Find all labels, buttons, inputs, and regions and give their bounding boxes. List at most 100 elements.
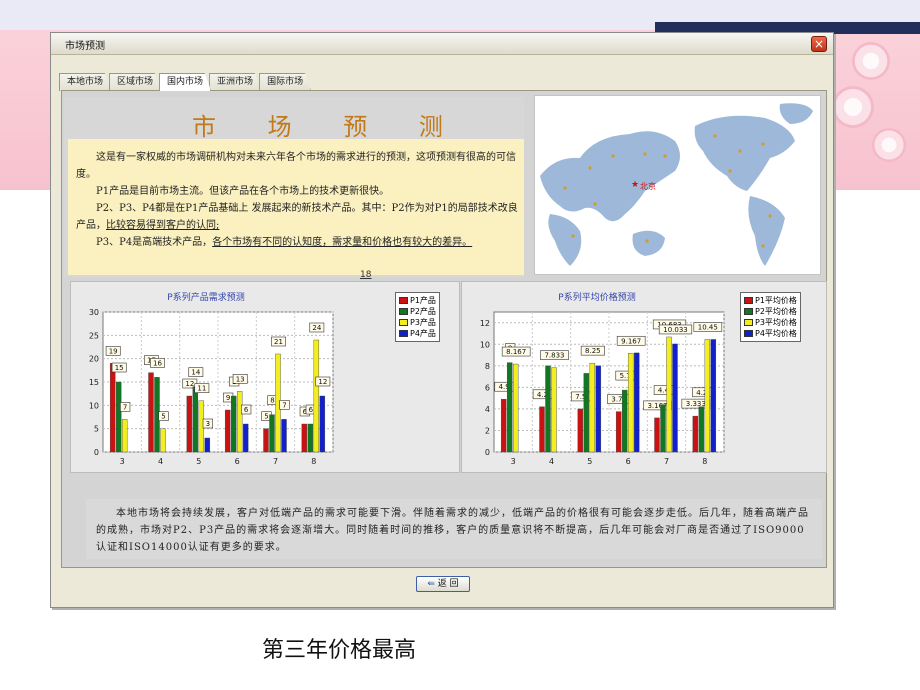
demand-chart-y-tick-label: 5 — [94, 425, 99, 434]
price-chart-panel: P系列平均价格预测 02468101234.988.16744.27.83357… — [461, 281, 827, 473]
legend-item-p3: P3产品 — [399, 317, 436, 328]
close-button[interactable]: × — [811, 36, 827, 52]
price-chart-bar-p3 — [704, 339, 711, 453]
demand-chart-data-label: 9 — [226, 394, 230, 402]
forecast-summary: 本地市场将会持续发展，客户对低端产品的需求可能要下滑。伴随着需求的减少，低端产品… — [86, 499, 822, 559]
demand-chart-data-label: 24 — [312, 324, 321, 332]
price-chart-x-tick-label: 7 — [664, 457, 669, 466]
demand-chart-y-tick-label: 0 — [94, 448, 99, 457]
price-chart-x-tick-label: 4 — [549, 457, 554, 466]
demand-chart-bar-p1 — [186, 395, 193, 453]
demand-chart-bar-p3 — [121, 419, 128, 453]
demand-chart-data-label: 21 — [274, 338, 283, 346]
price-chart-y-tick-label: 12 — [480, 319, 490, 328]
legend-label: P4产品 — [410, 329, 436, 338]
demand-chart-svg: 0510152025303191574171655121411369113675… — [89, 308, 334, 466]
demand-chart-data-label: 13 — [236, 375, 245, 383]
price-chart-bar-p3 — [589, 362, 596, 453]
price-chart-data-label: 8.25 — [585, 347, 601, 355]
page-heading: 市 场 预 测 — [192, 113, 465, 141]
world-map: ★ 北京 — [534, 95, 821, 275]
price-chart-bar-p2 — [583, 373, 590, 453]
demand-chart-data-label: 15 — [115, 364, 124, 372]
intro-paragraph: 这是有一家权威的市场调研机构对未来六年各个市场的需求进行的预测，这项预测有很高的… — [76, 152, 516, 180]
demand-chart-y-tick-label: 20 — [89, 355, 99, 364]
intro-text: P3、P4是高端技术产品， — [96, 237, 213, 248]
price-chart-bar-p2 — [698, 406, 705, 453]
window-titlebar[interactable]: 市场预测 × — [51, 33, 833, 55]
price-chart-data-label: 10.033 — [663, 326, 688, 334]
price-chart-bar-p3 — [551, 367, 557, 453]
intro-section: 市 场 预 测 这是有一家权威的市场调研机构对未来六年各个市场的需求进行的预测，… — [64, 97, 524, 280]
demand-chart-data-label: 14 — [191, 369, 200, 377]
tab-local-market[interactable]: 本地市场 — [59, 73, 112, 91]
demand-chart-y-tick-label: 25 — [89, 331, 99, 340]
price-chart-bar-p4 — [595, 365, 602, 453]
demand-chart-data-label: 16 — [153, 359, 162, 367]
demand-chart-data-label: 3 — [206, 420, 210, 428]
legend-swatch-p4 — [399, 330, 408, 337]
legend-swatch-p3 — [744, 319, 753, 326]
demand-chart-bar-p1 — [148, 372, 154, 453]
demand-chart-data-label: 8 — [270, 397, 274, 405]
return-button-label: 返 回 — [437, 579, 459, 589]
price-chart-bar-p2 — [621, 389, 628, 453]
world-map-graphic — [535, 96, 820, 274]
demand-chart-bar-p1 — [109, 363, 116, 453]
price-chart-legend: P1平均价格 P2平均价格 P3平均价格 P4平均价格 — [740, 292, 801, 342]
flower-decoration — [872, 128, 906, 162]
beijing-star-icon: ★ — [631, 180, 640, 190]
price-chart-bar-p3 — [627, 353, 634, 453]
demand-chart-x-tick-label: 7 — [273, 457, 278, 466]
demand-chart-legend: P1产品 P2产品 P3产品 P4产品 — [395, 292, 440, 342]
legend-label: P3平均价格 — [755, 318, 797, 327]
return-arrow-icon: ⇚ — [427, 579, 435, 589]
market-tabs: 本地市场 区域市场 国内市场 亚洲市场 国际市场 — [59, 73, 312, 91]
price-chart-data-label: 7.833 — [544, 352, 564, 360]
price-chart-bar-p1 — [539, 406, 545, 453]
demand-chart-bar-p3 — [160, 428, 166, 453]
tab-international-market[interactable]: 国际市场 — [259, 73, 312, 91]
forecast-summary-text: 本地市场将会持续发展，客户对低端产品的需求可能要下滑。伴随着需求的减少，低端产品… — [96, 508, 809, 553]
demand-chart-x-tick-label: 4 — [158, 457, 163, 466]
legend-swatch-p1 — [744, 297, 753, 304]
return-button[interactable]: ⇚ 返 回 — [416, 576, 470, 592]
legend-swatch-p2 — [399, 308, 408, 315]
tab-regional-market[interactable]: 区域市场 — [109, 73, 162, 91]
tab-asia-market[interactable]: 亚洲市场 — [209, 73, 262, 91]
demand-chart-bar-p4 — [204, 437, 211, 453]
price-chart-bar-p2 — [545, 365, 551, 453]
tab-domestic-market[interactable]: 国内市场 — [159, 73, 212, 91]
demand-chart-data-label: 7 — [282, 401, 286, 409]
window-title: 市场预测 — [65, 41, 105, 52]
legend-label: P2产品 — [410, 307, 436, 316]
legend-item-p2-price: P2平均价格 — [744, 306, 797, 317]
price-chart-y-tick-label: 2 — [485, 426, 490, 435]
price-chart-bar-p1 — [615, 411, 622, 453]
price-chart-y-tick-label: 4 — [485, 405, 490, 414]
demand-chart-data-label: 5 — [161, 413, 165, 421]
legend-item-p4: P4产品 — [399, 328, 436, 339]
legend-label: P4平均价格 — [755, 329, 797, 338]
demand-chart-y-tick-label: 15 — [89, 378, 99, 387]
demand-chart-bar-p3 — [313, 339, 320, 453]
price-chart-bar-p1 — [692, 415, 699, 453]
demand-chart-data-label: 5 — [264, 413, 268, 421]
demand-chart-bar-p2 — [192, 386, 199, 453]
legend-label: P1平均价格 — [755, 296, 797, 305]
demand-chart-data-label: 11 — [197, 385, 206, 393]
demand-chart-bar-p3 — [236, 391, 243, 453]
price-chart-y-tick-label: 0 — [485, 448, 490, 457]
price-chart-y-tick-label: 8 — [485, 362, 490, 371]
demand-chart-y-tick-label: 10 — [89, 401, 99, 410]
price-chart-bar-p1 — [500, 399, 507, 453]
demand-chart-bar-p1 — [301, 423, 308, 453]
page-number-link[interactable]: 18 — [360, 270, 371, 280]
price-chart-data-label: 8.167 — [506, 348, 526, 356]
price-chart-bar-p3 — [512, 363, 519, 453]
price-chart-bar-p1 — [654, 417, 660, 453]
price-chart-x-tick-label: 6 — [626, 457, 631, 466]
intro-textbox: 这是有一家权威的市场调研机构对未来六年各个市场的需求进行的预测，这项预测有很高的… — [68, 139, 524, 275]
flower-decoration — [852, 42, 890, 80]
price-chart-bar-p2 — [506, 362, 513, 453]
